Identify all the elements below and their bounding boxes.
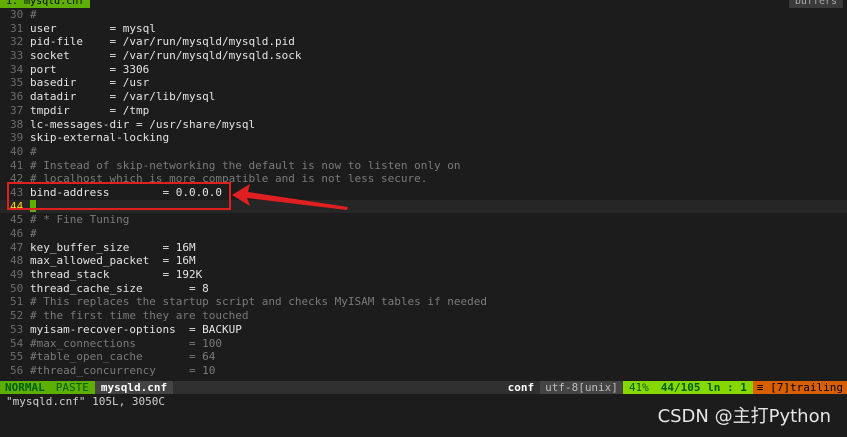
watermark: CSDN @主打Python [657, 406, 831, 427]
line-text: key_buffer_size = 16M [30, 240, 196, 254]
bind-address-highlight [7, 182, 231, 210]
line-number: 53 [10, 322, 24, 336]
line-number: 33 [10, 49, 24, 63]
line-text: skip-external-locking [30, 131, 170, 145]
code-line[interactable]: 31 user = mysql [0, 22, 847, 36]
code-line[interactable]: 35 basedir = /usr [0, 76, 847, 90]
line-number: 32 [10, 35, 24, 49]
status-filetype: conf [501, 381, 541, 394]
tabline: 1. mysqld.cnf buffers [0, 0, 847, 8]
line-number: 34 [10, 62, 24, 76]
buffers-label[interactable]: buffers [788, 0, 843, 8]
code-line[interactable]: 45 # * Fine Tuning [0, 213, 847, 227]
line-number: 40 [10, 144, 24, 158]
line-number: 35 [10, 76, 24, 90]
line-number: 31 [10, 21, 24, 35]
line-number: 49 [10, 268, 24, 282]
code-line[interactable]: 50 thread_cache_size = 8 [0, 282, 847, 296]
line-number: 38 [10, 117, 24, 131]
line-text: tmpdir = /tmp [30, 103, 150, 117]
status-line: NORMAL PASTE mysqld.cnf conf utf-8[unix]… [0, 381, 847, 394]
status-spacer [173, 381, 502, 394]
command-line[interactable]: "mysqld.cnf" 105L, 3050C [6, 395, 165, 408]
code-line[interactable]: 41 # Instead of skip-networking the defau… [0, 159, 847, 173]
code-line[interactable]: 36 datadir = /var/lib/mysql [0, 90, 847, 104]
status-filename: mysqld.cnf [94, 381, 174, 394]
line-text: #thread_concurrency = 10 [30, 363, 216, 377]
status-encoding: utf-8[unix] [540, 381, 623, 394]
code-line[interactable]: 53 myisam-recover-options = BACKUP [0, 323, 847, 337]
line-number: 51 [10, 295, 24, 309]
code-line[interactable]: 49 thread_stack = 192K [0, 268, 847, 282]
line-text: # This replaces the startup script and c… [30, 295, 487, 309]
line-text: thread_stack = 192K [30, 268, 203, 282]
line-text: # the first time they are touched [30, 309, 249, 323]
line-text: basedir = /usr [30, 76, 150, 90]
line-number: 39 [10, 131, 24, 145]
code-line[interactable]: 37 tmpdir = /tmp [0, 104, 847, 118]
code-line[interactable]: 48 max_allowed_packet = 16M [0, 254, 847, 268]
line-text: # * Fine Tuning [30, 213, 130, 227]
line-number: 52 [10, 309, 24, 323]
annotation-arrow-icon [232, 184, 348, 210]
line-text: #table_open_cache = 64 [30, 350, 216, 364]
code-line[interactable]: 46 # [0, 227, 847, 241]
code-line[interactable]: 39 skip-external-locking [0, 131, 847, 145]
line-number: 50 [10, 281, 24, 295]
line-number: 45 [10, 213, 24, 227]
line-number: 41 [10, 158, 24, 172]
line-number: 54 [10, 336, 24, 350]
code-line[interactable]: 33 socket = /var/run/mysqld/mysqld.sock [0, 49, 847, 63]
code-line[interactable]: 54 #max_connections = 100 [0, 337, 847, 351]
line-text: socket = /var/run/mysqld/mysqld.sock [30, 49, 302, 63]
line-number: 36 [10, 90, 24, 104]
line-number: 56 [10, 363, 24, 377]
line-text: # [30, 144, 37, 158]
line-text: myisam-recover-options = BACKUP [30, 322, 242, 336]
code-line[interactable]: 40 # [0, 145, 847, 159]
line-text: datadir = /var/lib/mysql [30, 90, 216, 104]
mode-indicator: NORMAL [0, 381, 50, 394]
line-text: # Instead of skip-networking the default… [30, 158, 461, 172]
status-trailing-warning: ≡ [7]trailing [752, 381, 847, 394]
code-line[interactable]: 30 # [0, 8, 847, 22]
line-number: 48 [10, 254, 24, 268]
paste-indicator: PASTE [49, 381, 95, 394]
code-line[interactable]: 38 lc-messages-dir = /usr/share/mysql [0, 118, 847, 132]
line-number: 30 [10, 8, 24, 21]
line-text: #max_connections = 100 [30, 336, 223, 350]
status-position: 44/105 ln : 1 [654, 381, 753, 394]
status-percent: 41% [622, 381, 655, 394]
line-text: # [30, 8, 37, 21]
code-line[interactable]: 34 port = 3306 [0, 63, 847, 77]
line-number: 46 [10, 227, 24, 240]
tab-mysqld-cnf[interactable]: 1. mysqld.cnf [0, 0, 91, 8]
code-line[interactable]: 47 key_buffer_size = 16M [0, 241, 847, 255]
line-text: # [30, 227, 37, 240]
line-text: lc-messages-dir = /usr/share/mysql [30, 117, 256, 131]
line-number: 37 [10, 103, 24, 117]
line-number: 47 [10, 240, 24, 254]
line-text: max_allowed_packet = 16M [30, 254, 196, 268]
code-line[interactable]: 55 #table_open_cache = 64 [0, 350, 847, 364]
code-line[interactable]: 52 # the first time they are touched [0, 309, 847, 323]
code-line[interactable]: 32 pid-file = /var/run/mysqld/mysqld.pid [0, 35, 847, 49]
code-line[interactable]: 51 # This replaces the startup script and… [0, 295, 847, 309]
line-text: thread_cache_size = 8 [30, 281, 209, 295]
code-line[interactable]: 56 #thread_concurrency = 10 [0, 364, 847, 378]
line-text: user = mysql [30, 21, 156, 35]
line-text: pid-file = /var/run/mysqld/mysqld.pid [30, 35, 295, 49]
line-text: port = 3306 [30, 62, 150, 76]
line-number: 55 [10, 350, 24, 364]
